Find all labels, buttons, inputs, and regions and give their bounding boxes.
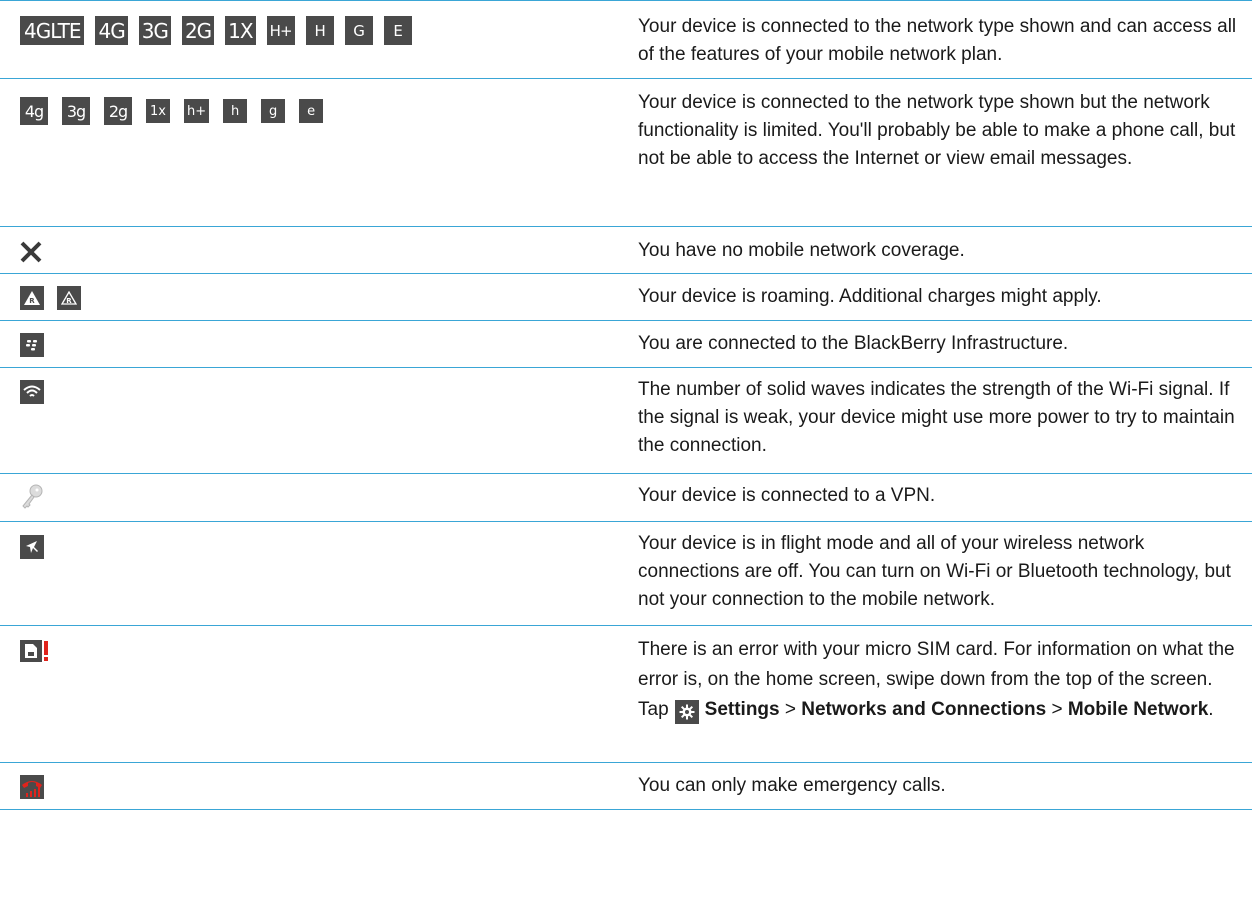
emergency-call-icon [20, 775, 44, 804]
row-description: Your device is connected to the network … [638, 16, 1237, 65]
path-separator: > [1051, 699, 1063, 720]
mobile-network-label: Mobile Network [1067, 699, 1209, 720]
row-description: Your device is in flight mode and all of… [638, 533, 1231, 610]
4g-icon: 4G [95, 16, 128, 45]
table-row: You can only make emergency calls. [0, 762, 1252, 810]
wifi-icon [20, 380, 44, 404]
no-coverage-icon [20, 241, 42, 268]
row-description: You have no mobile network coverage. [638, 240, 965, 261]
1x-limited-icon: 1x [146, 99, 170, 123]
period: . [1208, 699, 1214, 720]
g-limited-icon: g [261, 99, 286, 123]
airplane-icon-wrap [20, 535, 44, 559]
settings-label: Settings [704, 699, 780, 720]
table-row: Your device is connected to a VPN. [0, 473, 1252, 521]
h-limited-icon: h [223, 99, 248, 123]
2g-limited-icon: 2g [104, 97, 132, 125]
path-separator: > [784, 699, 796, 720]
blackberry-icon [20, 333, 44, 357]
blackberry-icon-wrap [20, 333, 44, 357]
table-row: There is an error with your micro SIM ca… [0, 625, 1252, 762]
3g-limited-icon: 3g [62, 97, 90, 125]
2g-icon: 2G [181, 16, 215, 45]
h-plus-icon: H+ [266, 16, 295, 45]
networks-label: Networks and Connections [801, 699, 1047, 720]
h-icon: H [305, 16, 334, 45]
roaming-icons: R R [20, 286, 81, 310]
4g-lte-icon: 4GLTE [20, 16, 85, 45]
table-row: 4g 3g 2g 1x h+ h g e Your device is conn… [0, 78, 1252, 226]
roaming-outline-icon: R [57, 286, 81, 310]
network-type-icons: 4GLTE 4G 3G 2G 1X H+ H G E [20, 16, 412, 45]
svg-text:R: R [66, 297, 72, 305]
table-row: Your device is in flight mode and all of… [0, 521, 1252, 625]
wifi-icon-wrap [20, 380, 44, 404]
1x-icon: 1X [225, 16, 256, 45]
roaming-icon: R [20, 286, 44, 310]
svg-text:R: R [29, 297, 35, 305]
table-row: You have no mobile network coverage. [0, 226, 1252, 273]
airplane-icon [20, 535, 44, 559]
table-row: R R Your device is roaming. Additional c… [0, 273, 1252, 320]
row-description: Your device is connected to a VPN. [638, 485, 936, 506]
limited-network-icons: 4g 3g 2g 1x h+ h g e [20, 97, 324, 125]
table-row: 4GLTE 4G 3G 2G 1X H+ H G E Your device i… [0, 0, 1252, 78]
e-icon: E [383, 16, 412, 45]
row-description: You are connected to the BlackBerry Infr… [638, 333, 1069, 354]
emergency-call-icon-wrap [20, 775, 44, 804]
g-icon: G [344, 16, 373, 45]
row-description: There is an error with your micro SIM ca… [638, 635, 1238, 725]
table-row: The number of solid waves indicates the … [0, 367, 1252, 473]
sim-error-icon-wrap [20, 640, 50, 662]
row-description: Your device is connected to the network … [638, 92, 1236, 169]
vpn-key-icon-wrap [20, 484, 44, 515]
row-description: The number of solid waves indicates the … [638, 379, 1235, 456]
e-limited-icon: e [299, 99, 324, 123]
4g-limited-icon: 4g [20, 97, 48, 125]
sim-error-icon [20, 640, 50, 662]
no-coverage-icon-wrap [20, 241, 42, 268]
row-description: Your device is roaming. Additional charg… [638, 286, 1102, 307]
table-row: You are connected to the BlackBerry Infr… [0, 320, 1252, 367]
row-description: You can only make emergency calls. [638, 775, 946, 796]
3g-icon: 3G [138, 16, 171, 45]
h-plus-limited-icon: h+ [184, 99, 210, 123]
gear-icon [674, 700, 699, 724]
vpn-key-icon [20, 484, 44, 515]
